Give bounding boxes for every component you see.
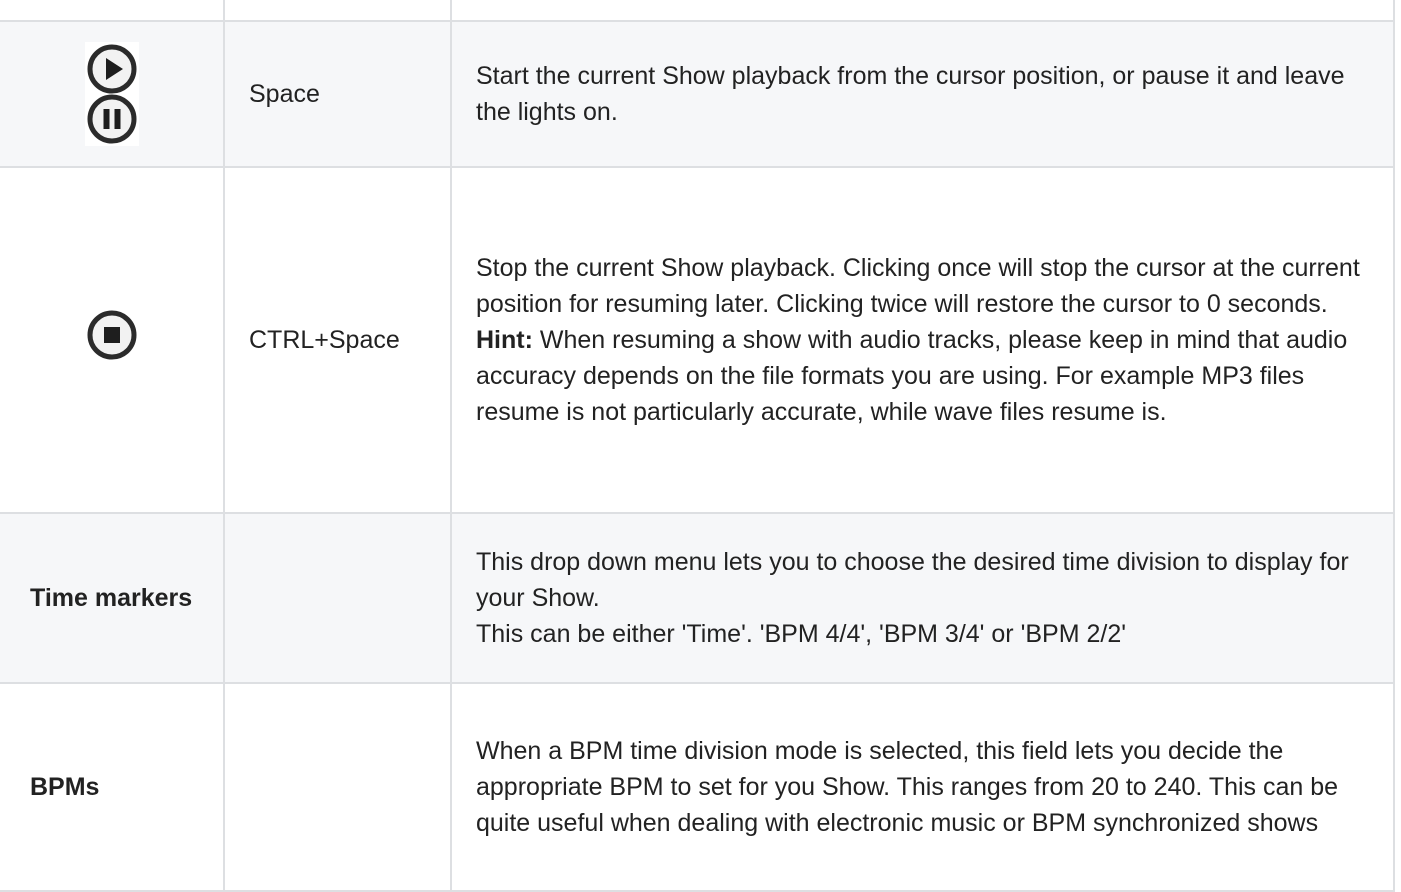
shortcut-key: [223, 512, 452, 684]
hint-label: Hint:: [476, 326, 533, 354]
play-icon[interactable]: [87, 44, 137, 94]
shortcut-key: CTRL+Space: [223, 166, 452, 514]
pause-icon[interactable]: [87, 94, 137, 144]
play-pause-icon-group: [84, 42, 139, 146]
shortcut-key: Space: [223, 20, 452, 168]
table-row: Time markers This drop down menu lets yo…: [0, 512, 1395, 684]
description: Start the current Show playback from the…: [450, 20, 1395, 168]
hint-text: When resuming a show with audio tracks, …: [476, 326, 1348, 426]
table-row: BPMs When a BPM time division mode is se…: [0, 682, 1395, 892]
description-text: Stop the current Show playback. Clicking…: [476, 254, 1360, 318]
header-cell: [224, 0, 452, 22]
description-line: This can be either 'Time'. 'BPM 4/4', 'B…: [476, 620, 1126, 648]
table-header-row: [0, 0, 1395, 22]
shortcut-key: [223, 682, 452, 892]
row-label: Time markers: [0, 512, 225, 684]
description: This drop down menu lets you to choose t…: [450, 512, 1395, 684]
row-label: BPMs: [0, 682, 225, 892]
shortcuts-table: Space Start the current Show playback fr…: [0, 0, 1395, 892]
table-row: Space Start the current Show playback fr…: [0, 20, 1395, 168]
icon-cell: [0, 166, 225, 514]
icon-cell: [0, 20, 225, 168]
description-line: This drop down menu lets you to choose t…: [476, 548, 1349, 612]
header-cell: [451, 0, 1395, 22]
stop-icon[interactable]: [87, 310, 137, 360]
table-row: CTRL+Space Stop the current Show playbac…: [0, 166, 1395, 514]
description: Stop the current Show playback. Clicking…: [450, 166, 1395, 514]
header-cell: [0, 0, 225, 22]
description: When a BPM time division mode is selecte…: [450, 682, 1395, 892]
